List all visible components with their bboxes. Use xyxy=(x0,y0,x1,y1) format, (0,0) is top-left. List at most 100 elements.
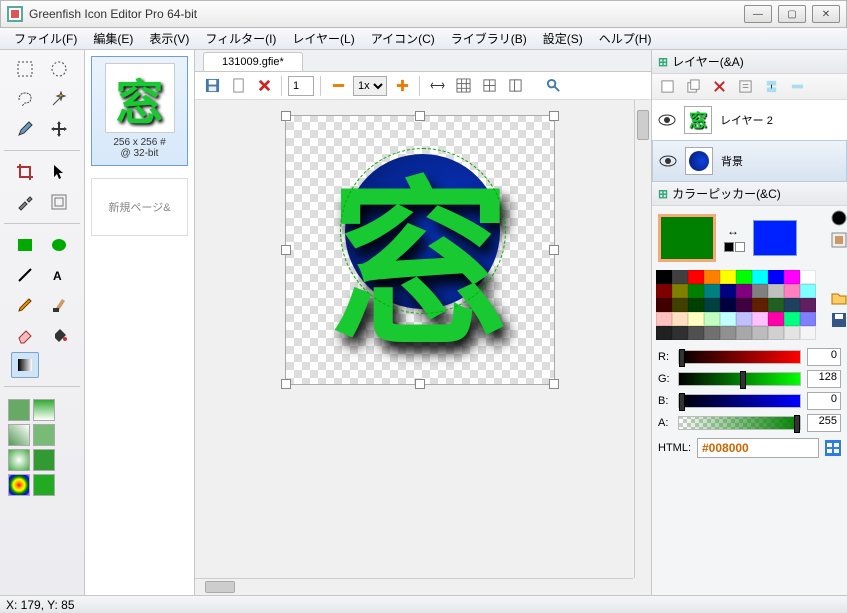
pattern-swatch[interactable] xyxy=(8,474,30,496)
pointer-tool[interactable] xyxy=(45,159,73,185)
line-tool[interactable] xyxy=(11,262,39,288)
palette-cell[interactable] xyxy=(672,312,688,326)
palette-cell[interactable] xyxy=(688,326,704,340)
palette-cell[interactable] xyxy=(688,298,704,312)
flatten-button[interactable] xyxy=(786,77,808,97)
windows-color-dialog-icon[interactable] xyxy=(825,440,841,456)
rectangle-tool[interactable] xyxy=(11,232,39,258)
vertical-scrollbar[interactable] xyxy=(634,100,651,578)
palette-cell[interactable] xyxy=(736,326,752,340)
move-tool[interactable] xyxy=(45,116,73,142)
duplicate-layer-button[interactable] xyxy=(682,77,704,97)
delete-button[interactable] xyxy=(253,75,275,97)
menu-settings[interactable]: 設定(S) xyxy=(535,28,591,49)
html-color-value[interactable]: #008000 xyxy=(697,438,819,458)
draw-pencil-tool[interactable] xyxy=(11,292,39,318)
foreground-color-swatch[interactable] xyxy=(658,214,716,262)
blue-value[interactable]: 0 xyxy=(807,392,841,410)
resize-handle[interactable] xyxy=(549,379,559,389)
palette-cell[interactable] xyxy=(736,284,752,298)
palette-cell[interactable] xyxy=(688,270,704,284)
open-palette-icon[interactable] xyxy=(831,290,847,306)
alpha-slider[interactable] xyxy=(678,416,801,430)
palette-cell[interactable] xyxy=(688,312,704,326)
selection-marquee[interactable] xyxy=(340,148,506,314)
grid-button[interactable] xyxy=(452,75,474,97)
resize-handle[interactable] xyxy=(415,379,425,389)
fit-width-button[interactable] xyxy=(426,75,448,97)
rect-select-tool[interactable] xyxy=(11,56,39,82)
palette-cell[interactable] xyxy=(704,270,720,284)
zoom-in-button[interactable] xyxy=(391,75,413,97)
green-slider[interactable] xyxy=(678,372,801,386)
palette-cell[interactable] xyxy=(704,298,720,312)
palette-cell[interactable] xyxy=(720,284,736,298)
layer-row[interactable]: 背景 xyxy=(652,140,847,182)
ellipse-tool[interactable] xyxy=(45,232,73,258)
palette-cell[interactable] xyxy=(768,270,784,284)
new-page-button[interactable]: 新規ページ& xyxy=(91,178,188,236)
palette-cell[interactable] xyxy=(768,312,784,326)
lasso-tool[interactable] xyxy=(11,86,39,112)
ellipse-select-tool[interactable] xyxy=(45,56,73,82)
blue-slider[interactable] xyxy=(678,394,801,408)
palette-cell[interactable] xyxy=(672,298,688,312)
palette-cell[interactable] xyxy=(656,284,672,298)
palette-cell[interactable] xyxy=(688,284,704,298)
palette-cell[interactable] xyxy=(752,312,768,326)
layers-panel-header[interactable]: ⊞レイヤー(&A) xyxy=(652,50,847,74)
frame-tool[interactable] xyxy=(45,189,73,215)
colorpicker-panel-header[interactable]: ⊞カラーピッカー(&C) xyxy=(652,182,847,206)
palette-cell[interactable] xyxy=(752,270,768,284)
zoom-select[interactable]: 1x xyxy=(353,76,387,96)
palette-cell[interactable] xyxy=(784,326,800,340)
palette-cell[interactable] xyxy=(768,326,784,340)
palette-cell[interactable] xyxy=(800,326,816,340)
menu-icon[interactable]: アイコン(C) xyxy=(363,28,443,49)
palette-cell[interactable] xyxy=(768,284,784,298)
default-black-swatch[interactable] xyxy=(724,242,734,252)
page-thumbnail[interactable]: 窓 256 x 256 # @ 32-bit xyxy=(91,56,188,166)
pattern-swatch[interactable] xyxy=(8,424,30,446)
menu-file[interactable]: ファイル(F) xyxy=(6,28,85,49)
horizontal-scrollbar[interactable] xyxy=(195,578,633,595)
palette-cell[interactable] xyxy=(784,312,800,326)
resize-handle[interactable] xyxy=(281,111,291,121)
palette-cell[interactable] xyxy=(704,312,720,326)
default-white-swatch[interactable] xyxy=(735,242,745,252)
new-layer-button[interactable] xyxy=(656,77,678,97)
palette-cell[interactable] xyxy=(800,284,816,298)
text-tool[interactable]: A xyxy=(45,262,73,288)
palette-cell[interactable] xyxy=(752,298,768,312)
swap-colors-button[interactable]: ↔ xyxy=(724,224,742,238)
menu-library[interactable]: ライブラリ(B) xyxy=(443,28,535,49)
page-number-box[interactable]: 1 xyxy=(288,76,314,96)
new-page-button[interactable] xyxy=(227,75,249,97)
palette-cell[interactable] xyxy=(704,284,720,298)
document-tab[interactable]: 131009.gfie* xyxy=(203,52,303,71)
crop-tool[interactable] xyxy=(11,159,39,185)
palette-wheel-icon[interactable] xyxy=(831,210,847,226)
center-button[interactable] xyxy=(478,75,500,97)
minimize-button[interactable]: — xyxy=(744,5,772,23)
brush-tool[interactable] xyxy=(45,292,73,318)
palette-cell[interactable] xyxy=(800,298,816,312)
visibility-toggle-icon[interactable] xyxy=(659,154,677,168)
alpha-value[interactable]: 255 xyxy=(807,414,841,432)
maximize-button[interactable]: ▢ xyxy=(778,5,806,23)
palette-cell[interactable] xyxy=(752,326,768,340)
delete-layer-button[interactable] xyxy=(708,77,730,97)
palette-cell[interactable] xyxy=(720,326,736,340)
palette-cell[interactable] xyxy=(656,270,672,284)
pattern-swatch[interactable] xyxy=(33,474,55,496)
palette-cell[interactable] xyxy=(672,270,688,284)
pattern-swatch[interactable] xyxy=(8,449,30,471)
red-value[interactable]: 0 xyxy=(807,348,841,366)
menu-help[interactable]: ヘルプ(H) xyxy=(591,28,660,49)
visibility-toggle-icon[interactable] xyxy=(658,113,676,127)
eraser-tool[interactable] xyxy=(11,322,39,348)
magic-wand-tool[interactable] xyxy=(45,86,73,112)
pattern-swatch[interactable] xyxy=(33,399,55,421)
palette-cell[interactable] xyxy=(720,312,736,326)
green-value[interactable]: 128 xyxy=(807,370,841,388)
